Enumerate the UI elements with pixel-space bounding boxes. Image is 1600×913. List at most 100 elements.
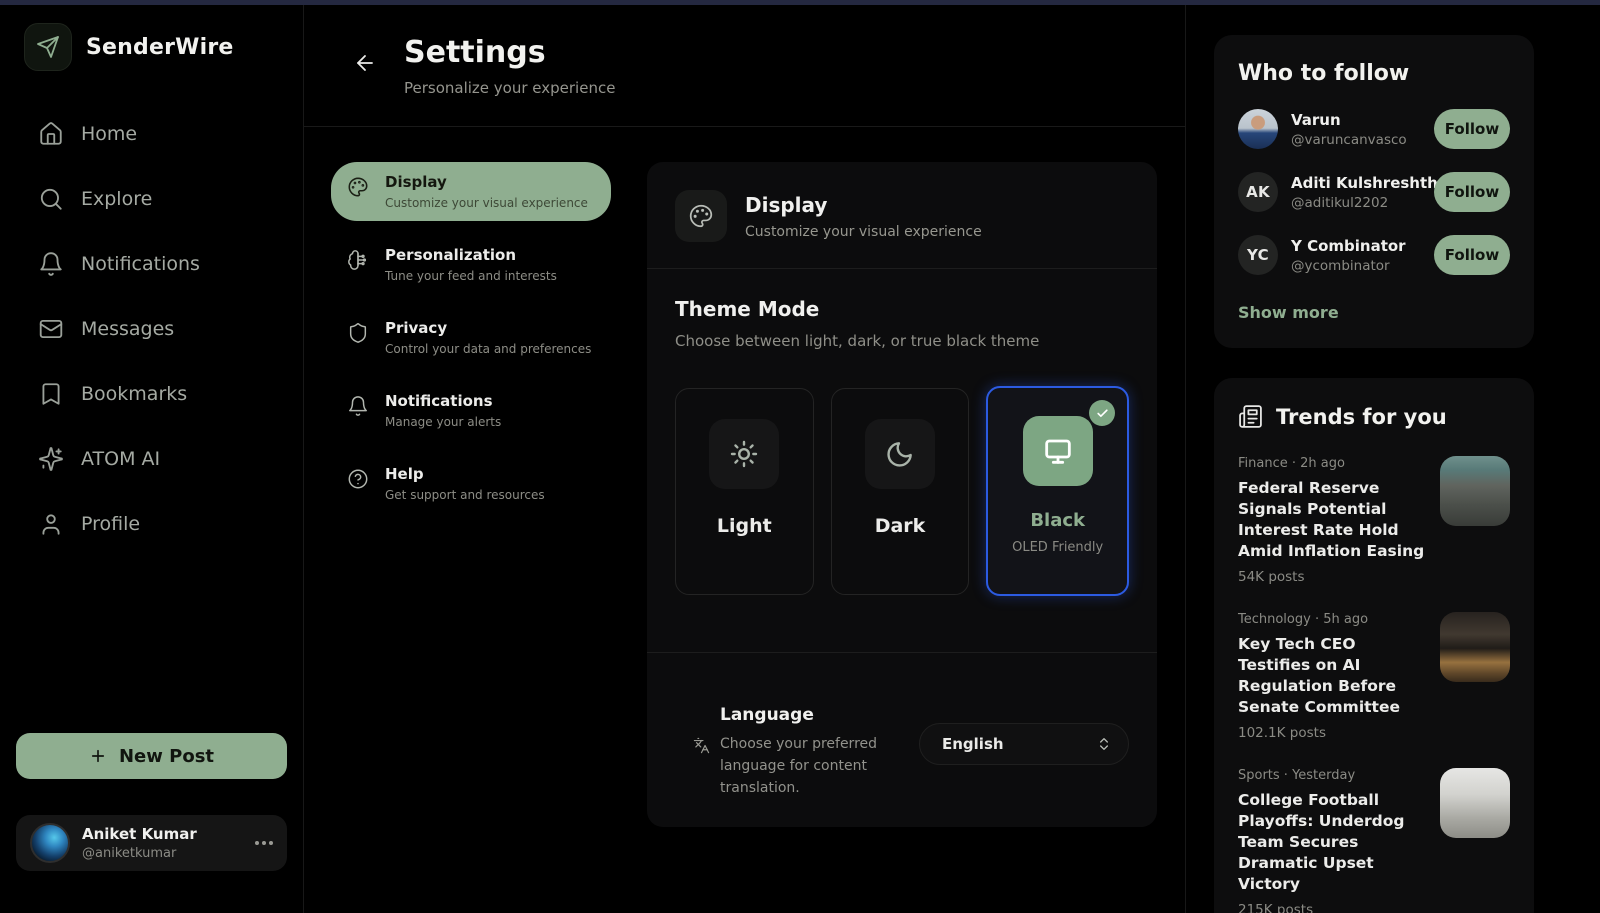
trend-text: Sports · Yesterday College Football Play… [1238,768,1426,913]
sidebar-item-notifications[interactable]: Notifications [38,251,287,277]
settings-nav-help[interactable]: Help Get support and resources [331,454,611,513]
sidebar-item-label: Notifications [81,253,200,275]
trend-item[interactable]: Technology · 5h ago Key Tech CEO Testifi… [1238,612,1510,741]
follow-user-meta: Varun @varuncanvasco [1291,111,1407,148]
home-icon [38,121,64,147]
divider [647,268,1157,269]
settings-nav-personalization[interactable]: Personalization Tune your feed and inter… [331,235,611,294]
sidebar-item-atom-ai[interactable]: ATOM AI [38,446,287,472]
sidebar-item-label: Messages [81,318,174,340]
sidebar-item-profile[interactable]: Profile [38,511,287,537]
who-to-follow-card: Who to follow Varun @varuncanvasco Follo… [1214,35,1534,348]
trends-title: Trends for you [1276,405,1447,429]
show-more-link[interactable]: Show more [1238,303,1339,322]
settings-nav: Display Customize your visual experience… [331,162,611,827]
settings-nav-subtitle: Control your data and preferences [385,342,591,356]
settings-nav-notifications[interactable]: Notifications Manage your alerts [331,381,611,440]
settings-nav-display[interactable]: Display Customize your visual experience [331,162,611,221]
settings-nav-text: Personalization Tune your feed and inter… [385,246,557,283]
settings-nav-text: Display Customize your visual experience [385,173,588,210]
trends-card: Trends for you Finance · 2h ago Federal … [1214,378,1534,913]
theme-option-light[interactable]: Light [675,388,814,595]
trend-meta: Finance · 2h ago [1238,456,1426,471]
language-select-value: English [942,735,1004,753]
follow-button[interactable]: Follow [1434,109,1510,149]
language-title: Language [720,705,906,725]
settings-body: Display Customize your visual experience… [304,127,1185,827]
follow-button[interactable]: Follow [1434,172,1510,212]
settings-header-text: Settings Personalize your experience [404,35,615,126]
follow-button[interactable]: Follow [1434,235,1510,275]
settings-nav-title: Display [385,173,588,191]
trend-item[interactable]: Sports · Yesterday College Football Play… [1238,768,1510,913]
arrow-left-icon [353,51,377,75]
current-user-card[interactable]: Aniket Kumar @aniketkumar [16,815,287,871]
help-circle-icon [347,468,369,490]
follow-user-handle: @varuncanvasco [1291,132,1407,148]
trend-posts: 54K posts [1238,569,1426,585]
settings-nav-subtitle: Customize your visual experience [385,196,588,210]
follow-suggestion-row[interactable]: Varun @varuncanvasco Follow [1238,109,1510,149]
page-title: Settings [404,35,615,70]
avatar [1238,109,1278,149]
trend-posts: 215K posts [1238,902,1426,913]
user-meta: Aniket Kumar @aniketkumar [82,825,197,861]
sidebar-item-messages[interactable]: Messages [38,316,287,342]
trend-title: Key Tech CEO Testifies on AI Regulation … [1238,634,1426,718]
trend-thumbnail [1440,456,1510,526]
display-panel-header: Display Customize your visual experience [675,190,1129,242]
language-select[interactable]: English [919,723,1129,765]
right-rail: Who to follow Varun @varuncanvasco Follo… [1186,5,1600,913]
follow-user-handle: @aditikul2202 [1291,195,1421,211]
sidebar-item-bookmarks[interactable]: Bookmarks [38,381,287,407]
send-icon [24,23,72,71]
follow-suggestion-row[interactable]: AK Aditi Kulshreshtha @aditikul2202 Foll… [1238,172,1510,212]
shield-icon [347,322,369,344]
panel-subtitle: Customize your visual experience [745,224,982,240]
follow-user-name: Varun [1291,111,1407,129]
sidebar-item-home[interactable]: Home [38,121,287,147]
avatar [30,823,70,863]
theme-label: Light [717,515,772,537]
back-button[interactable] [352,51,378,77]
avatar: YC [1238,235,1278,275]
settings-nav-privacy[interactable]: Privacy Control your data and preference… [331,308,611,367]
sidebar-item-label: Bookmarks [81,383,187,405]
brand[interactable]: SenderWire [16,19,287,75]
monitor-icon [1023,416,1093,486]
who-to-follow-title: Who to follow [1238,61,1510,86]
theme-option-black-selected[interactable]: Black OLED Friendly [986,386,1129,596]
trend-item[interactable]: Finance · 2h ago Federal Reserve Signals… [1238,456,1510,585]
user-handle: @aniketkumar [82,846,197,861]
palette-icon [675,190,727,242]
user-name: Aniket Kumar [82,825,197,843]
trend-meta: Technology · 5h ago [1238,612,1426,627]
trend-title: Federal Reserve Signals Potential Intere… [1238,478,1426,562]
settings-nav-text: Help Get support and resources [385,465,545,502]
settings-nav-subtitle: Tune your feed and interests [385,269,557,283]
theme-options: Light Dark [675,388,1129,596]
settings-nav-text: Privacy Control your data and preference… [385,319,591,356]
more-options-icon[interactable] [255,841,273,845]
new-post-button[interactable]: New Post [16,733,287,779]
plus-icon [89,747,107,765]
theme-label: Black [1030,510,1085,531]
sidebar-item-label: Explore [81,188,152,210]
follow-suggestion-row[interactable]: YC Y Combinator @ycombinator Follow [1238,235,1510,275]
display-panel-header-text: Display Customize your visual experience [745,193,982,240]
chevrons-up-down-icon [1096,736,1112,752]
sidebar-item-explore[interactable]: Explore [38,186,287,212]
bell-icon [347,395,369,417]
trend-posts: 102.1K posts [1238,725,1426,741]
trend-meta: Sports · Yesterday [1238,768,1426,783]
settings-nav-title: Notifications [385,392,501,410]
follow-user-meta: Y Combinator @ycombinator [1291,237,1406,274]
sidebar-item-label: Home [81,123,137,145]
check-icon [1089,400,1115,426]
theme-mode-subtitle: Choose between light, dark, or true blac… [675,332,1129,350]
newspaper-icon [1238,404,1263,429]
display-settings-panel: Display Customize your visual experience… [647,162,1157,827]
theme-option-dark[interactable]: Dark [831,388,970,595]
follow-user-meta: Aditi Kulshreshtha @aditikul2202 [1291,174,1421,211]
user-icon [38,511,64,537]
